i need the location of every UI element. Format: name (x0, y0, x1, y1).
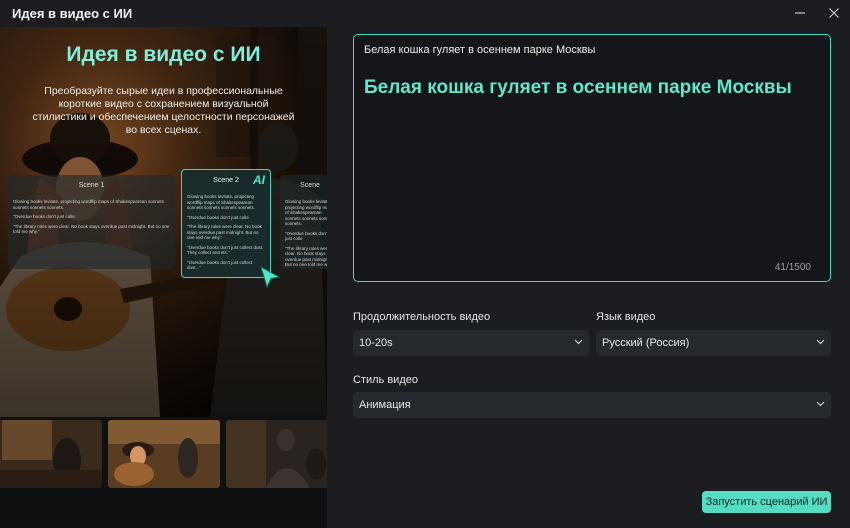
scene-card-2: Scene 2 AI Glowing books levitate, proje… (181, 169, 271, 278)
ai-badge: AI (253, 173, 265, 187)
window-title: Идея в видео с ИИ (12, 6, 133, 21)
title-bar: Идея в видео с ИИ (0, 0, 850, 27)
promo-title: Идея в видео с ИИ (66, 43, 261, 66)
duration-value: 10-20s (359, 337, 393, 349)
prompt-preview-text: Белая кошка гуляет в осеннем парке Москв… (364, 77, 792, 98)
scene-card-1: Scene 1 Glowing books levitate, projecti… (8, 175, 175, 269)
close-button[interactable] (822, 3, 846, 23)
style-select[interactable]: Анимация (353, 392, 831, 418)
duration-select[interactable]: 10-20s (353, 330, 589, 356)
scene-card-title: Scene 1 (78, 182, 105, 189)
scene-card-text: Glowing books levitate, projecting wordf… (13, 199, 170, 234)
prompt-input-text[interactable]: Белая кошка гуляет в осеннем парке Москв… (364, 44, 595, 56)
language-select[interactable]: Русский (Россия) (596, 330, 831, 356)
style-label: Стиль видео (353, 374, 418, 386)
close-icon (829, 8, 839, 18)
chevron-down-icon (816, 401, 825, 407)
scene-thumbnail (108, 420, 220, 488)
pointer-cursor-icon (260, 265, 281, 289)
minimize-icon (795, 12, 805, 14)
style-value: Анимация (359, 399, 411, 411)
minimize-button[interactable] (788, 3, 812, 23)
chevron-down-icon (816, 339, 825, 345)
scene-card-3: Scene Glowing books levitate, projecting… (280, 175, 327, 269)
prompt-textarea[interactable]: Белая кошка гуляет в осеннем парке Москв… (353, 34, 831, 282)
chevron-down-icon (574, 339, 583, 345)
scene-thumbnail (0, 420, 102, 488)
language-label: Язык видео (596, 311, 656, 323)
scene-card-text: Glowing books levitate, projecting wordf… (187, 194, 264, 270)
scene-thumbnail (226, 420, 327, 488)
character-counter: 41/1500 (774, 262, 811, 273)
duration-label: Продолжительность видео (353, 311, 491, 323)
scene-card-text: Glowing books levitate, projecting wordf… (285, 199, 327, 267)
scene-card-title: Scene (300, 182, 320, 189)
promo-description: Преобразуйте сырые идеи в профессиональн… (32, 85, 295, 136)
run-ai-script-button[interactable]: Запустить сценарий ИИ (702, 491, 831, 513)
thumbnail-strip (0, 420, 327, 490)
promo-panel: Идея в видео с ИИ Преобразуйте сырые иде… (0, 27, 327, 528)
language-value: Русский (Россия) (602, 337, 690, 349)
